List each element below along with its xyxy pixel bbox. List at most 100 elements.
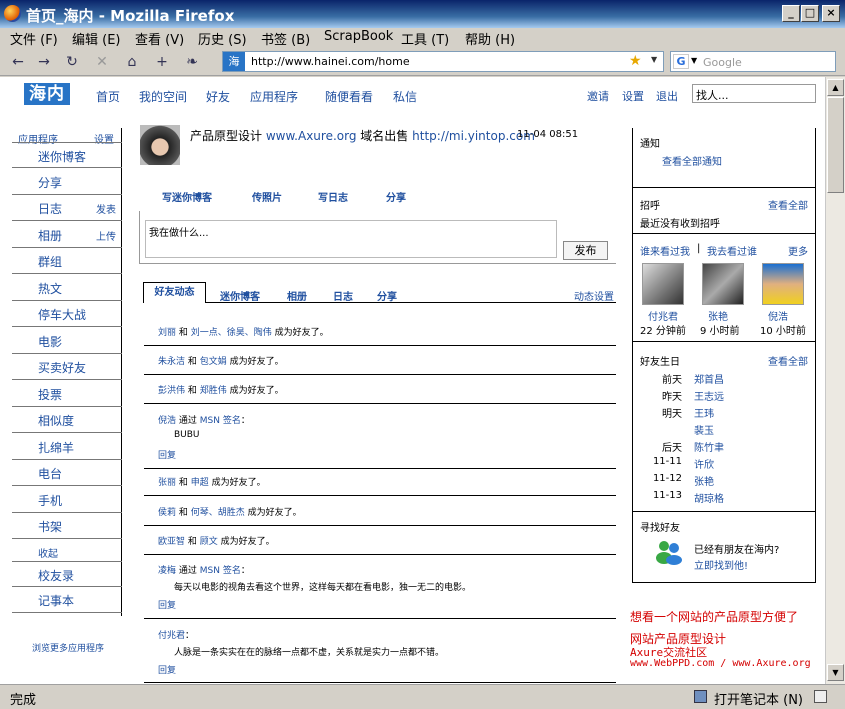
sidebar-item[interactable]: 迷你博客 [12, 142, 122, 168]
tab-write-blog[interactable]: 写日志 [318, 189, 348, 204]
sidebar-item[interactable]: 日志 发表 [12, 195, 122, 221]
user-avatar[interactable] [140, 125, 180, 165]
search-input[interactable]: Google [703, 56, 742, 69]
tab-friend-feed[interactable]: 好友动态 [143, 282, 206, 303]
status-link-axure[interactable]: www.Axure.org [266, 129, 357, 143]
maximize-button[interactable]: □ [801, 5, 819, 22]
feed-person-link[interactable]: 刘丽 [158, 328, 176, 338]
menu-edit[interactable]: 编辑 (E) [72, 29, 121, 48]
nav-friends[interactable]: 好友 [206, 88, 230, 105]
sidebar-item-label[interactable]: 投票 [38, 386, 62, 403]
sidebar-item-label[interactable]: 电影 [38, 333, 62, 350]
sidebar-item-label[interactable]: 书架 [38, 518, 62, 535]
find-them-link[interactable]: 立即找到他! [694, 557, 748, 572]
reply-link[interactable]: 回复 [158, 598, 176, 611]
nav-my-space[interactable]: 我的空间 [139, 88, 187, 105]
birthday-name[interactable]: 张艳 [694, 473, 714, 488]
visitor-name[interactable]: 倪浩 [768, 308, 788, 323]
sidebar-item-label[interactable]: 日志 [38, 200, 62, 217]
all-notices-link[interactable]: 查看全部通知 [662, 153, 722, 168]
logout-link[interactable]: 退出 [656, 88, 678, 104]
tab-upload-photo[interactable]: 传照片 [252, 189, 282, 204]
tab-write-miniblog[interactable]: 写迷你博客 [162, 189, 212, 204]
sidebar-item[interactable]: 买卖好友 [12, 354, 122, 380]
menu-tools[interactable]: 工具 (T) [401, 29, 449, 48]
feed-person-link[interactable]: 张丽 [158, 478, 176, 488]
feed-person-link[interactable]: 何琴、胡胜杰 [191, 508, 245, 518]
scroll-thumb[interactable] [827, 97, 844, 193]
feed-person-link[interactable]: MSN 签名 [200, 416, 241, 426]
sidebar-item-label[interactable]: 扎绵羊 [38, 439, 74, 456]
feed-person-link[interactable]: 侯莉 [158, 508, 176, 518]
menu-scrapbook[interactable]: ScrapBook [324, 29, 393, 44]
sidebar-item[interactable]: 电影 [12, 328, 122, 354]
feed-person-link[interactable]: 倪浩 [158, 416, 176, 426]
feed-person-link[interactable]: 付兆君 [158, 631, 185, 641]
sidebar-item[interactable]: 群组 [12, 248, 122, 274]
birthday-name[interactable]: 王志远 [694, 388, 724, 403]
birthday-name[interactable]: 裴玉 [694, 422, 714, 437]
site-logo[interactable]: 海内 [24, 83, 70, 105]
nav-apps[interactable]: 应用程序 [250, 88, 298, 105]
url-bar[interactable]: 海 http://www.hainei.com/home ★ ▼ [222, 51, 664, 72]
sidebar-item[interactable]: 电台 [12, 460, 122, 486]
notebook-icon[interactable] [694, 690, 707, 703]
find-people-input[interactable]: 找人... [692, 84, 816, 103]
sidebar-item-action[interactable]: 上传 [96, 228, 116, 243]
status-input[interactable]: 我在做什么... [145, 220, 557, 258]
sidebar-item[interactable]: 分享 [12, 169, 122, 195]
close-button[interactable]: × [822, 5, 840, 22]
sidebar-item-label[interactable]: 分享 [38, 174, 62, 191]
publish-button[interactable]: 发布 [563, 241, 608, 260]
browse-more-apps-link[interactable]: 浏览更多应用程序 [32, 641, 104, 654]
tab-miniblog[interactable]: 迷你博客 [220, 288, 260, 303]
sidebar-item-label[interactable]: 相似度 [38, 412, 74, 429]
sidebar-item[interactable]: 相册 上传 [12, 222, 122, 248]
feed-person-link[interactable]: 凌梅 [158, 566, 176, 576]
minimize-button[interactable]: _ [782, 5, 800, 22]
tab-shares[interactable]: 分享 [377, 288, 397, 303]
invite-link[interactable]: 邀请 [587, 88, 609, 104]
bookmark-star-icon[interactable]: ★ [629, 53, 642, 69]
extension-icon[interactable]: ❧ [182, 52, 202, 72]
feed-person-link[interactable]: 申超 [191, 478, 209, 488]
feed-person-link[interactable]: 欧亚智 [158, 537, 185, 547]
feed-person-link[interactable]: 顾文 [200, 537, 218, 547]
sidebar-item-label[interactable]: 热文 [38, 280, 62, 297]
reply-link[interactable]: 回复 [158, 448, 176, 461]
collapse-link[interactable]: 收起 [38, 545, 58, 560]
sidebar-item-label[interactable]: 记事本 [38, 592, 74, 609]
google-icon[interactable]: G [673, 54, 689, 69]
sidebar-item-label[interactable]: 手机 [38, 492, 62, 509]
sidebar-item-label[interactable]: 群组 [38, 253, 62, 270]
sidebar-item-label[interactable]: 停车大战 [38, 306, 86, 323]
feed-settings-link[interactable]: 动态设置 [574, 288, 614, 303]
sidebar-item[interactable]: 记事本 [12, 587, 122, 613]
sidebar-item[interactable]: 校友录 [12, 561, 122, 587]
sidebar-item[interactable]: 手机 [12, 487, 122, 513]
birthday-name[interactable]: 王玮 [694, 405, 714, 420]
menu-file[interactable]: 文件 (F) [10, 29, 58, 48]
tab-blog[interactable]: 日志 [333, 288, 353, 303]
sidebar-item[interactable]: 热文 [12, 275, 122, 301]
search-box[interactable]: G ▼ Google [670, 51, 836, 72]
tab-album[interactable]: 相册 [287, 288, 307, 303]
sidebar-item-label[interactable]: 迷你博客 [38, 148, 86, 165]
visitor-name[interactable]: 付兆君 [648, 308, 678, 323]
nav-home[interactable]: 首页 [96, 88, 120, 105]
sidebar-item[interactable]: 停车大战 [12, 301, 122, 327]
reply-link[interactable]: 回复 [158, 663, 176, 676]
nav-explore[interactable]: 随便看看 [325, 88, 373, 105]
feed-person-link[interactable]: MSN 签名 [200, 566, 241, 576]
sidebar-item[interactable]: 书架 [12, 513, 122, 539]
tab-share[interactable]: 分享 [386, 189, 406, 204]
sidebar-item[interactable]: 相似度 [12, 407, 122, 433]
sidebar-item-label[interactable]: 校友录 [38, 567, 74, 584]
sidebar-item-label[interactable]: 相册 [38, 227, 62, 244]
feed-person-link[interactable]: 包文娟 [200, 357, 227, 367]
sidebar-item-action[interactable]: 发表 [96, 201, 116, 216]
visitor-avatar[interactable] [762, 263, 804, 305]
visitor-avatar[interactable] [702, 263, 744, 305]
sidebar-item-label[interactable]: 电台 [38, 465, 62, 482]
feed-person-link[interactable]: 朱永洁 [158, 357, 185, 367]
